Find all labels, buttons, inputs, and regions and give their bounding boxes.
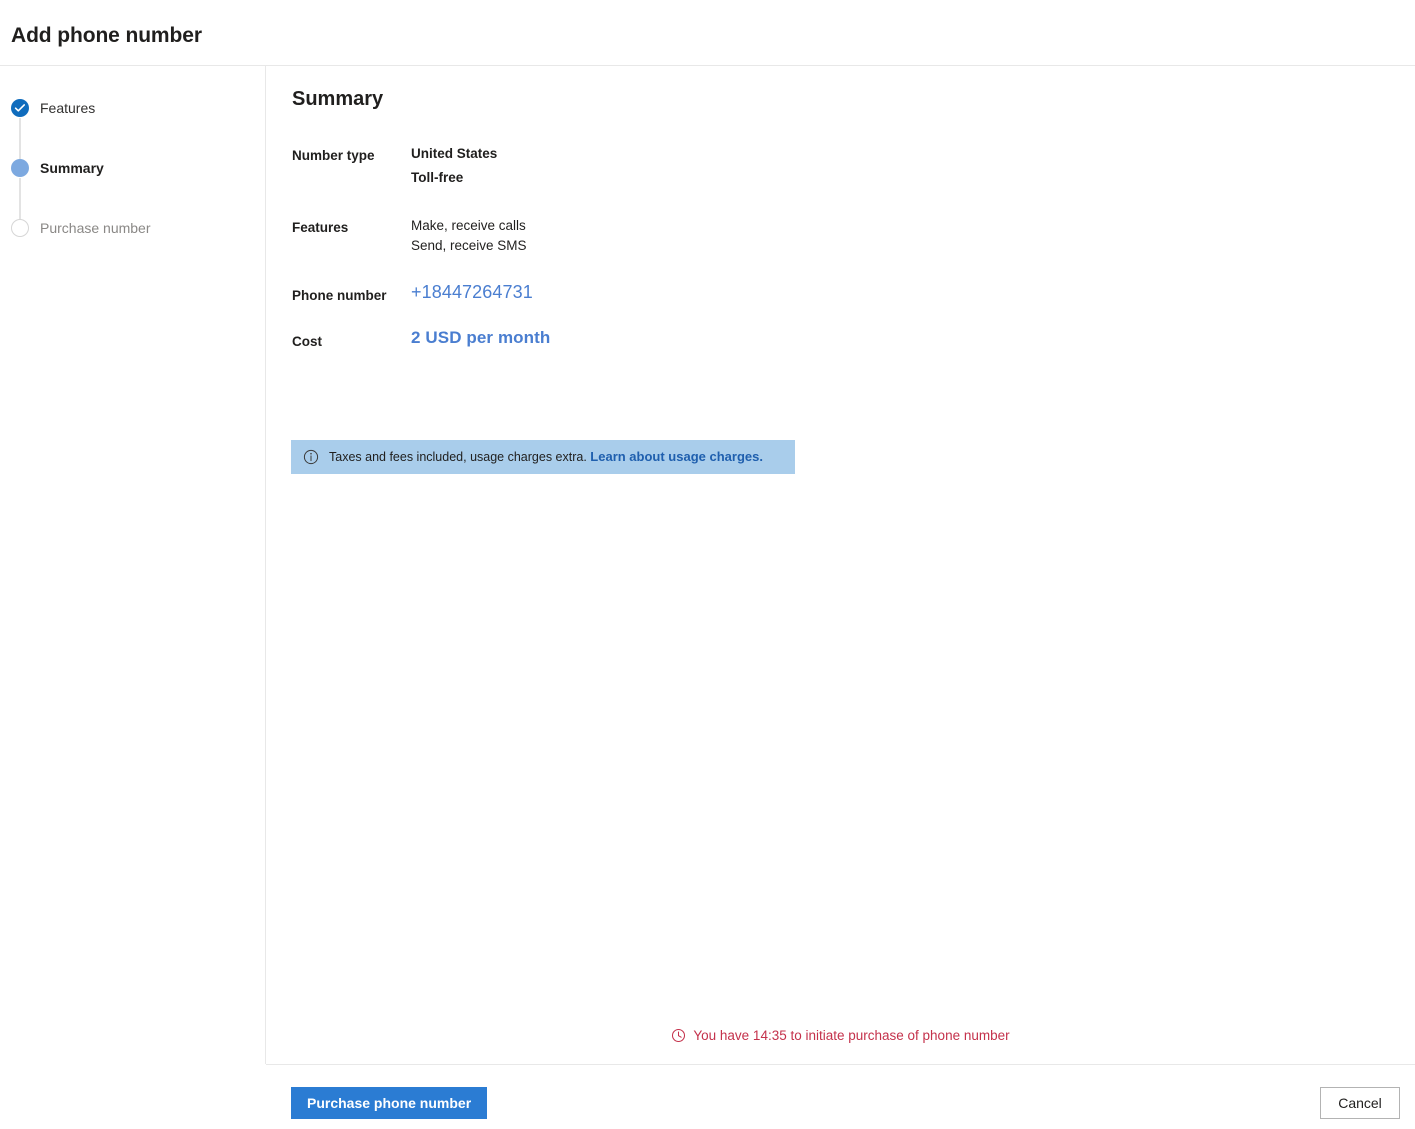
banner-message: Taxes and fees included, usage charges e…: [329, 450, 587, 464]
dialog-header: Add phone number: [0, 0, 1415, 66]
dialog-footer: Purchase phone number Cancel: [266, 1064, 1415, 1129]
sidebar-item-label: Purchase number: [40, 220, 151, 236]
step-marker-purchase-number: [11, 219, 29, 237]
sidebar-item-label: Features: [40, 100, 96, 116]
check-icon: [11, 99, 29, 117]
field-features: Features Make, receive calls Send, recei…: [292, 216, 852, 256]
usage-charges-banner: Taxes and fees included, usage charges e…: [291, 440, 795, 474]
field-value: Make, receive calls Send, receive SMS: [411, 216, 527, 256]
summary-fields: Number type United States Toll-free Feat…: [292, 144, 852, 352]
phone-number-value: +18447264731: [411, 282, 533, 302]
feature-calls: Make, receive calls: [411, 218, 526, 233]
info-icon: [303, 449, 319, 465]
purchase-countdown: You have 14:35 to initiate purchase of p…: [0, 1028, 1415, 1043]
field-cost: Cost 2 USD per month: [292, 326, 852, 352]
purchase-phone-number-button[interactable]: Purchase phone number: [291, 1087, 488, 1119]
sidebar-item-label: Summary: [40, 160, 104, 176]
step-list: Features Summary Purchase number: [0, 93, 266, 273]
page-title: Add phone number: [11, 24, 202, 47]
summary-panel: Summary Number type United States Toll-f…: [266, 66, 1415, 1064]
field-label: Cost: [292, 334, 322, 349]
number-type-country: United States: [411, 146, 498, 161]
step-marker-summary: [11, 159, 29, 219]
sidebar-item-summary[interactable]: Summary: [0, 153, 266, 219]
number-type-kind: Toll-free: [411, 170, 464, 185]
wizard-sidebar: Features Summary Purchase number: [0, 66, 266, 1064]
field-phone-number: Phone number +18447264731: [292, 280, 852, 306]
empty-circle-icon: [11, 219, 29, 237]
field-label: Number type: [292, 148, 375, 163]
dialog-body: Features Summary Purchase number Summary…: [0, 66, 1415, 1064]
field-label: Phone number: [292, 288, 387, 303]
add-phone-number-dialog: Add phone number Features Summary Purcha…: [0, 0, 1415, 1129]
field-label: Features: [292, 220, 349, 235]
filled-circle-icon: [11, 159, 29, 177]
summary-heading: Summary: [292, 88, 384, 110]
sidebar-item-purchase-number[interactable]: Purchase number: [0, 213, 266, 273]
feature-sms: Send, receive SMS: [411, 238, 527, 253]
countdown-text: You have 14:35 to initiate purchase of p…: [693, 1028, 1010, 1043]
clock-icon: [671, 1028, 686, 1043]
field-value: United States Toll-free: [411, 144, 497, 188]
field-number-type: Number type United States Toll-free: [292, 144, 852, 188]
cancel-button[interactable]: Cancel: [1320, 1087, 1400, 1119]
sidebar-item-features[interactable]: Features: [0, 93, 266, 159]
cost-value: 2 USD per month: [411, 328, 551, 347]
banner-text: Taxes and fees included, usage charges e…: [329, 449, 763, 465]
learn-about-usage-charges-link[interactable]: Learn about usage charges.: [590, 449, 763, 464]
step-marker-features: [11, 99, 29, 159]
